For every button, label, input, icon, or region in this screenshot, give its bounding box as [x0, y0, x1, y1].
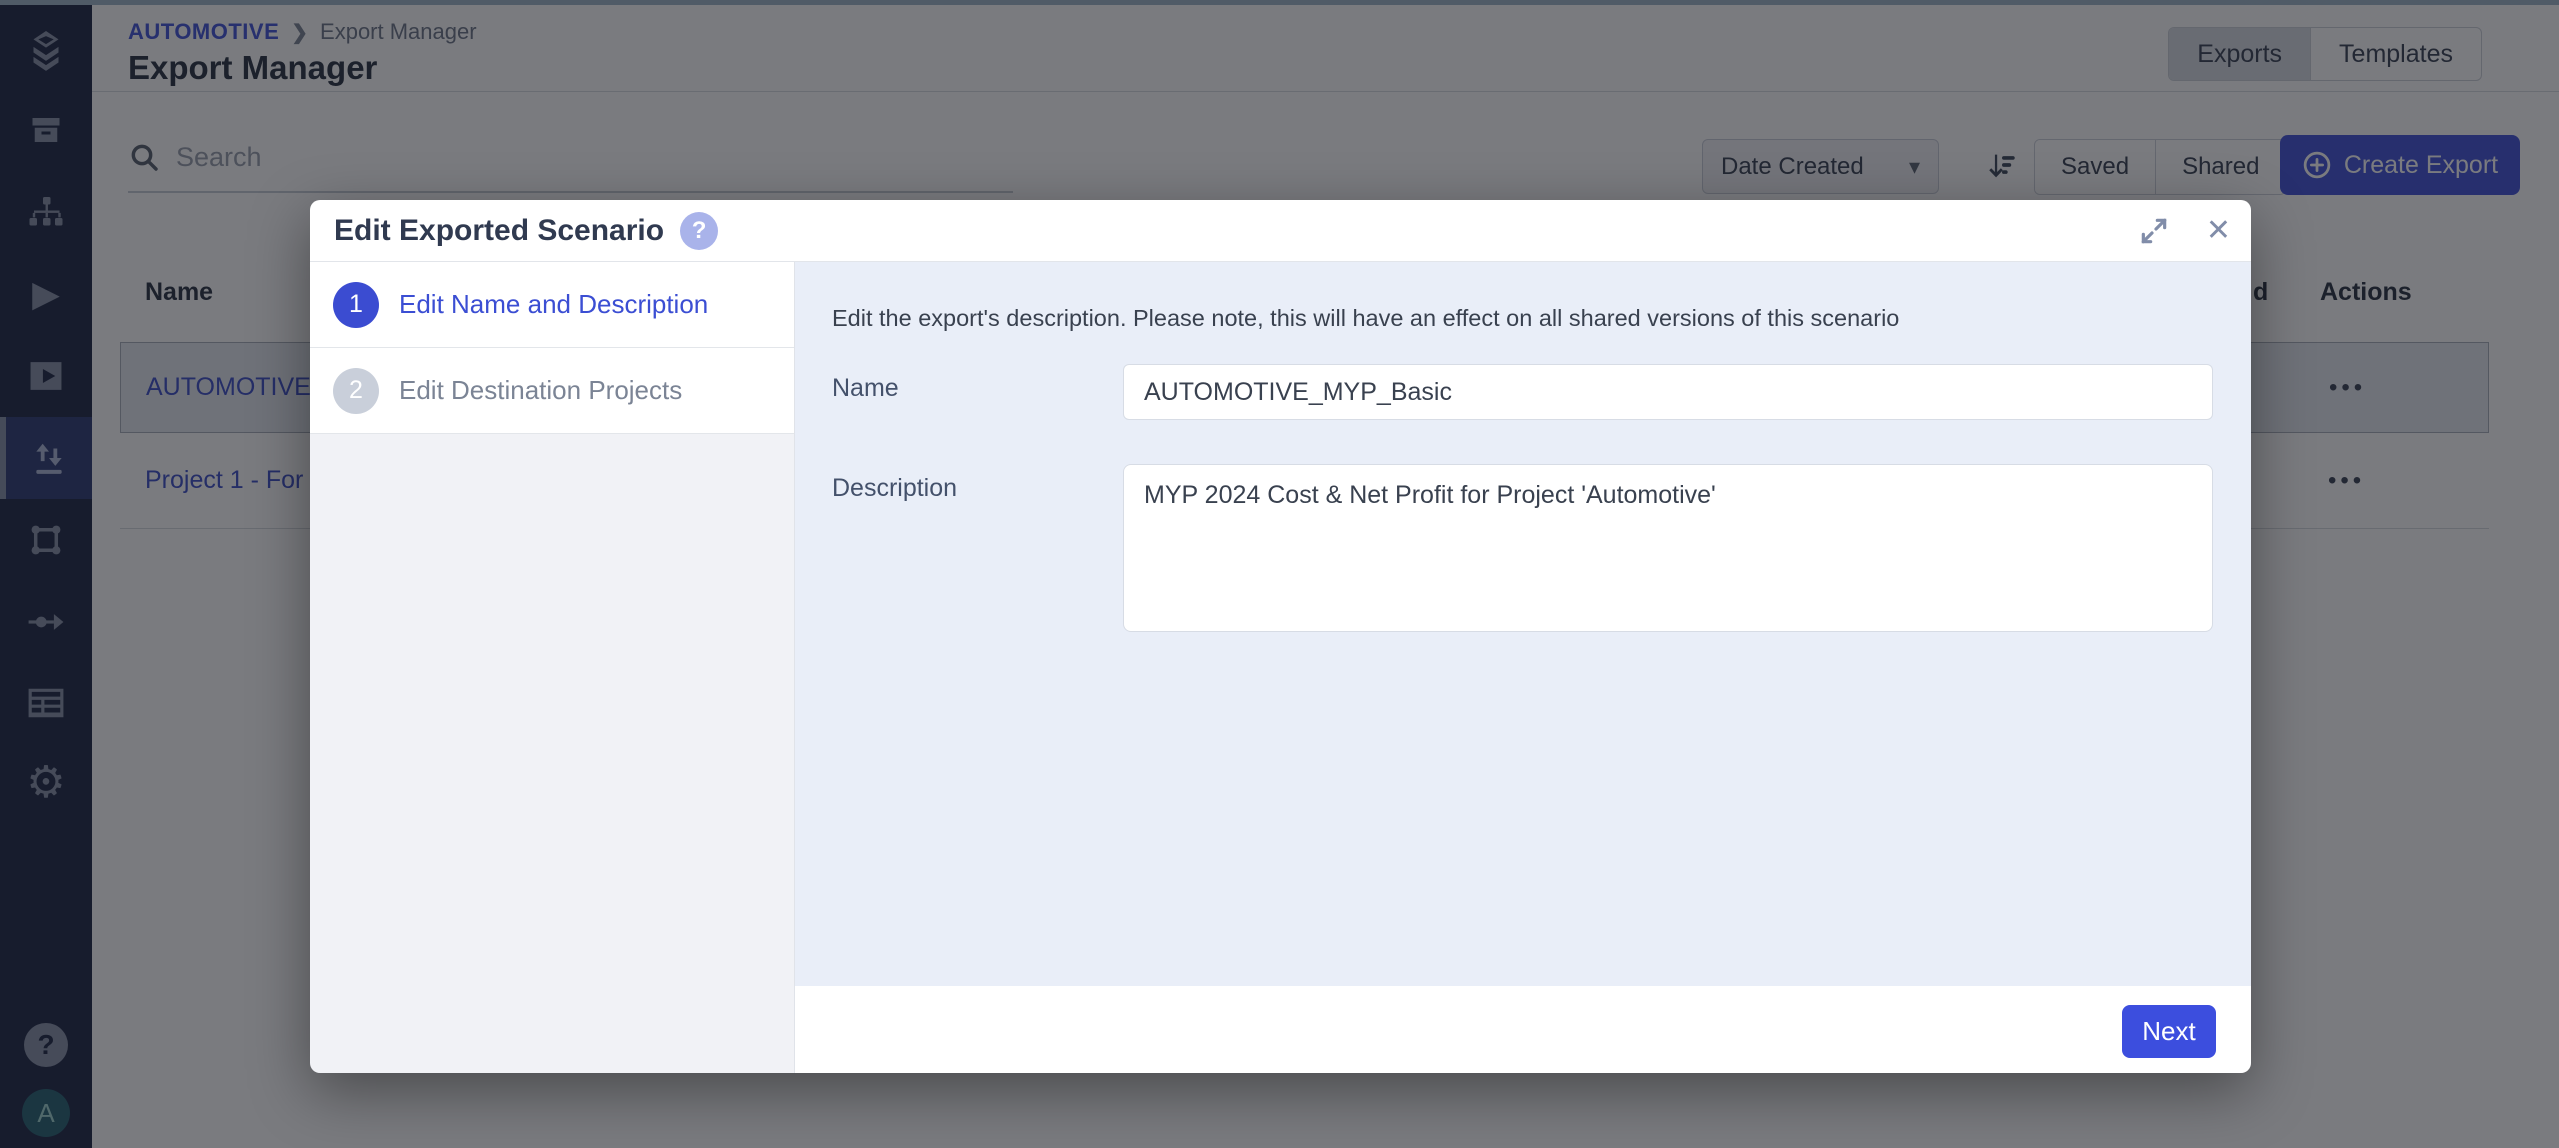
edit-exported-scenario-dialog: Edit Exported Scenario ? ✕ 1 Edit Name a…: [310, 200, 2251, 1073]
close-icon[interactable]: ✕: [2200, 216, 2237, 246]
modal-content: Edit the export's description. Please no…: [795, 262, 2251, 986]
next-button[interactable]: Next: [2122, 1005, 2216, 1058]
modal-body: 1 Edit Name and Description 2 Edit Desti…: [310, 262, 2251, 1073]
name-input[interactable]: [1123, 364, 2213, 420]
modal-footer: Next: [795, 986, 2251, 1073]
step-edit-destination-projects[interactable]: 2 Edit Destination Projects: [310, 348, 794, 434]
modal-info-text: Edit the export's description. Please no…: [832, 305, 2211, 332]
modal-right-pane: Edit the export's description. Please no…: [795, 262, 2251, 1073]
step-edit-name-description[interactable]: 1 Edit Name and Description: [310, 262, 794, 348]
name-field-label: Name: [832, 374, 899, 403]
step-label: Edit Destination Projects: [399, 375, 682, 406]
modal-header: Edit Exported Scenario ? ✕: [310, 200, 2251, 262]
step-number-badge: 1: [333, 282, 379, 328]
step-label: Edit Name and Description: [399, 289, 708, 320]
expand-icon[interactable]: [2138, 215, 2170, 247]
description-field-label: Description: [832, 474, 957, 503]
wizard-steps-panel: 1 Edit Name and Description 2 Edit Desti…: [310, 262, 795, 1073]
modal-header-actions: ✕: [2138, 200, 2237, 261]
modal-title: Edit Exported Scenario: [334, 214, 664, 248]
step-number-badge: 2: [333, 368, 379, 414]
description-textarea[interactable]: [1123, 464, 2213, 632]
help-icon[interactable]: ?: [680, 212, 718, 250]
